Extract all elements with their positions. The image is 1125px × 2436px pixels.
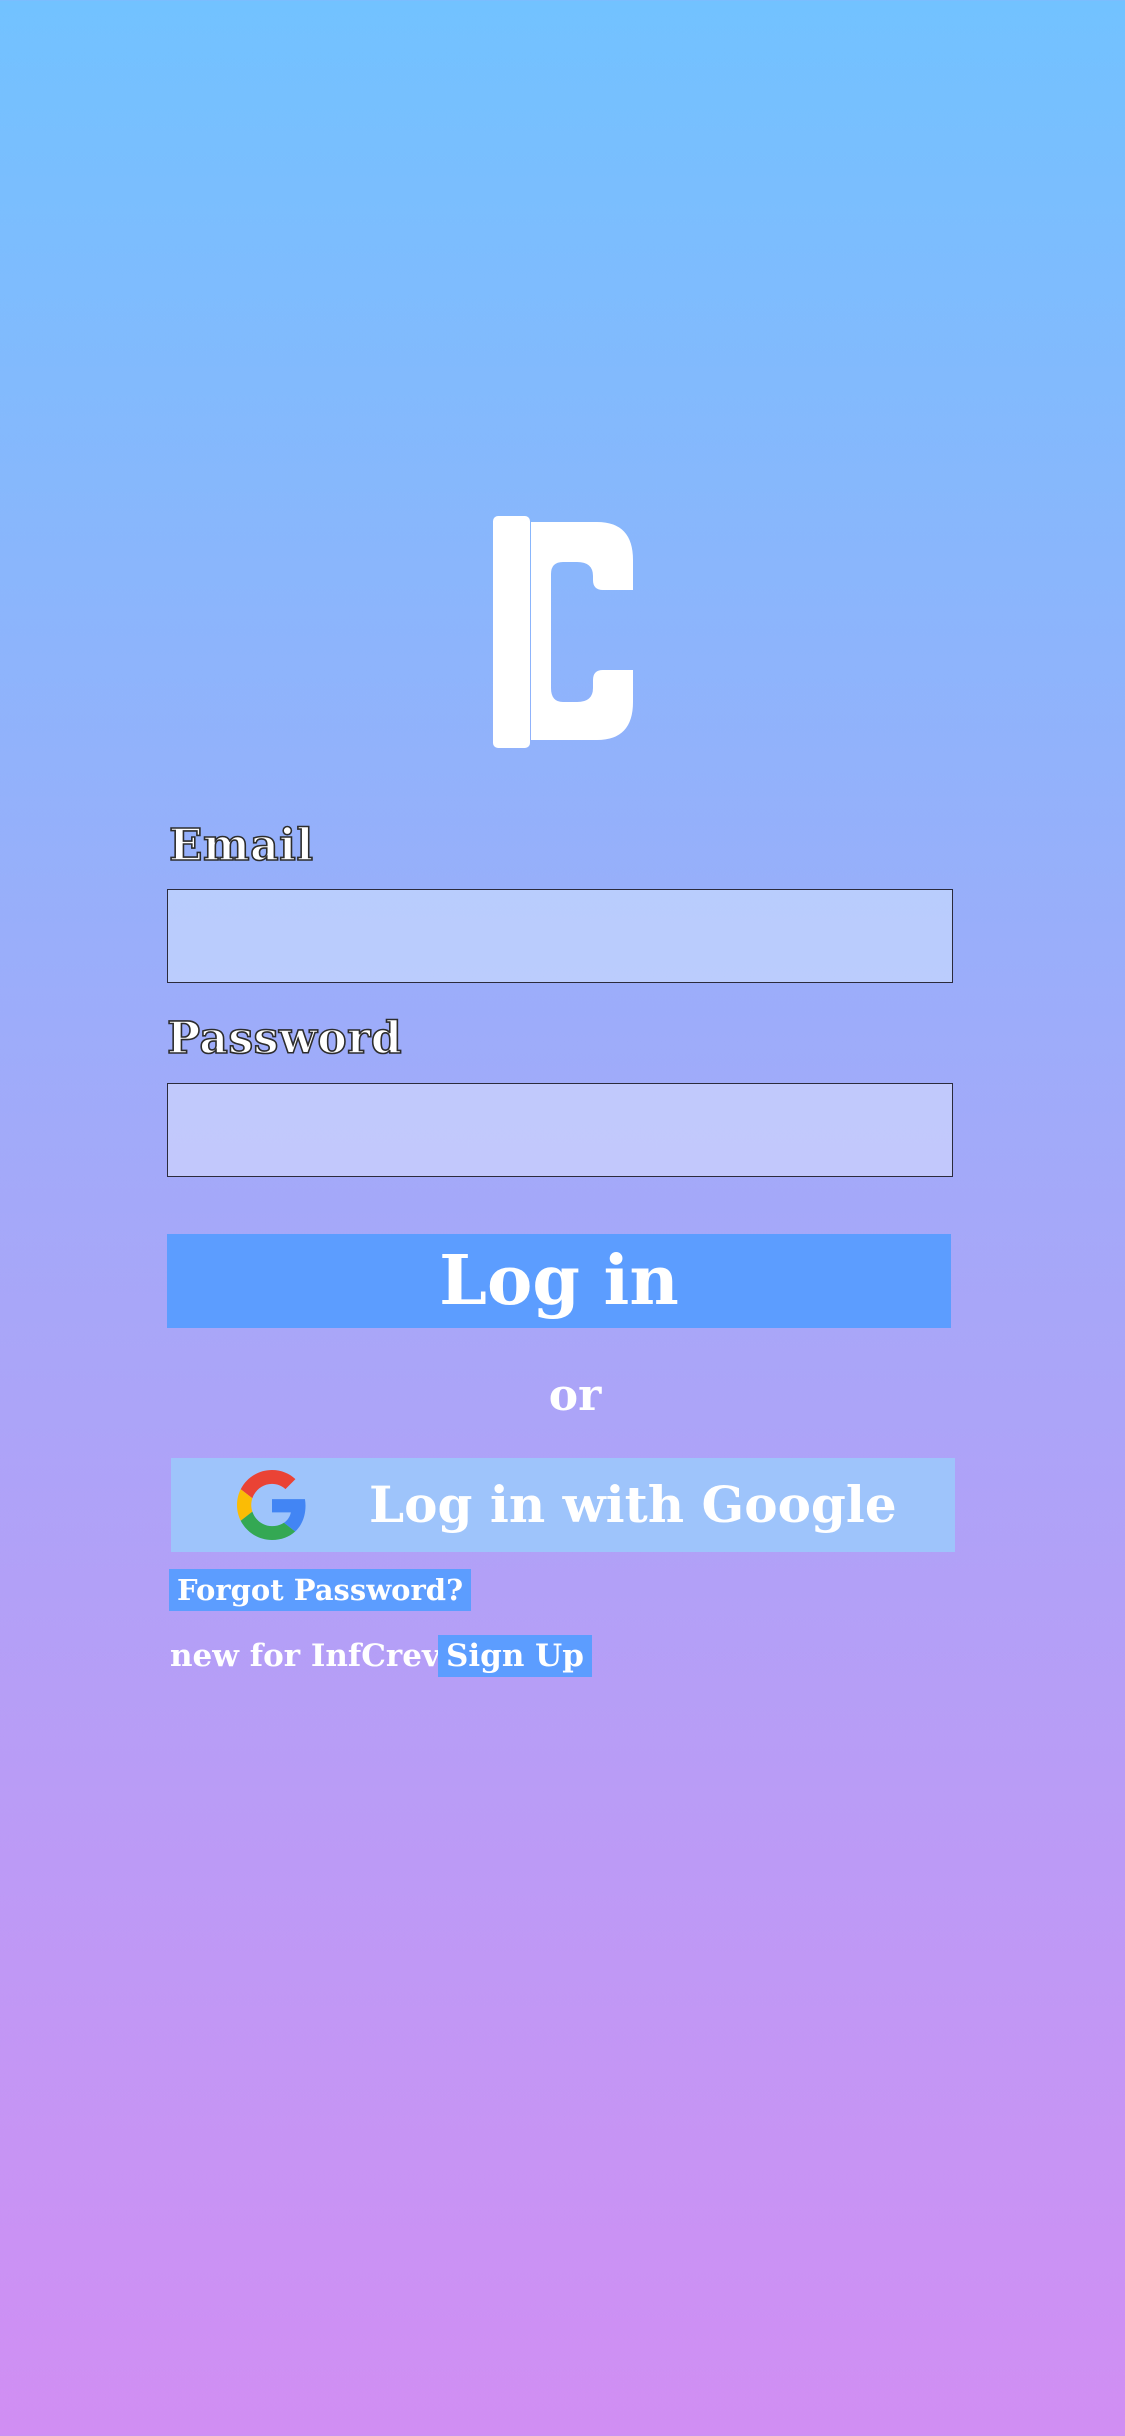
login-button[interactable]: Log in: [167, 1234, 951, 1328]
password-field[interactable]: [167, 1083, 953, 1177]
google-login-label: Log in with Google: [369, 1475, 897, 1534]
email-label: Email: [168, 819, 314, 872]
email-field[interactable]: [167, 889, 953, 983]
signup-prompt-text: new for InfCrev ?: [170, 1638, 469, 1674]
google-icon: [237, 1470, 306, 1540]
signup-link[interactable]: Sign Up: [438, 1635, 592, 1677]
or-divider-text: or: [548, 1370, 602, 1421]
google-login-button[interactable]: Log in with Google: [171, 1458, 955, 1552]
password-label: Password: [166, 1012, 403, 1065]
forgot-password-link[interactable]: Forgot Password?: [169, 1569, 472, 1611]
app-logo-icon: [493, 516, 633, 748]
